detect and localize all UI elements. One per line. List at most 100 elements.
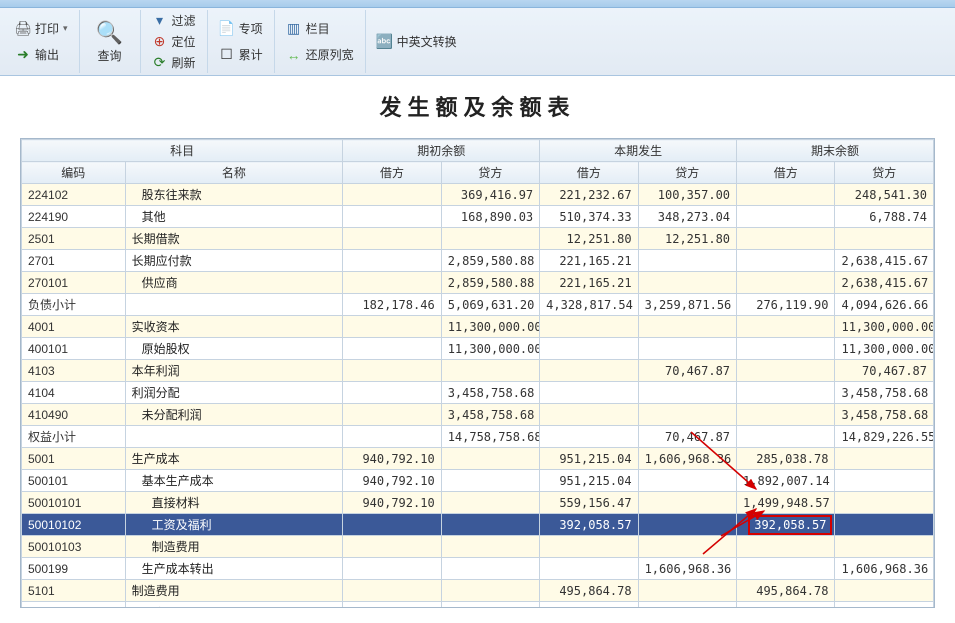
cell-amount[interactable]: 3,458,758.68 (441, 404, 539, 426)
table-row[interactable]: 500101 基本生产成本940,792.10951,215.041,892,0… (22, 470, 934, 492)
cell-name[interactable]: 供应商 (125, 272, 343, 294)
cell-amount[interactable]: 495,864.78 (540, 580, 638, 602)
cell-name[interactable]: 直接材料 (125, 492, 343, 514)
cell-amount[interactable] (638, 338, 736, 360)
table-row[interactable]: 5001生产成本940,792.10951,215.041,606,968.36… (22, 448, 934, 470)
language-button[interactable]: 🔤 中英文转换 (372, 29, 462, 55)
cell-amount[interactable] (638, 316, 736, 338)
print-button[interactable]: 🖨 打印 ▾ (10, 16, 73, 42)
cell-amount[interactable]: 369,416.97 (441, 184, 539, 206)
cell-amount[interactable] (835, 448, 934, 470)
cell-amount[interactable]: 495,864.78 (737, 580, 835, 602)
cell-amount[interactable] (343, 316, 441, 338)
cell-name[interactable]: 制造费用 (125, 580, 343, 602)
cell-amount[interactable]: 3,458,758.68 (835, 382, 934, 404)
cell-amount[interactable] (441, 558, 539, 580)
cell-name[interactable]: 未分配利润 (125, 404, 343, 426)
cell-amount[interactable]: 221,232.67 (540, 184, 638, 206)
cell-amount[interactable]: 6,788.74 (835, 206, 934, 228)
cell-amount[interactable]: 1,606,968.36 (638, 558, 736, 580)
table-row[interactable]: 224190 其他168,890.03510,374.33348,273.046… (22, 206, 934, 228)
cell-code[interactable]: 510101 (22, 602, 126, 609)
cell-amount[interactable] (737, 536, 835, 558)
cell-name[interactable] (125, 294, 343, 316)
cell-amount[interactable]: 70,467.87 (638, 426, 736, 448)
cell-amount[interactable]: 11,300,000.00 (835, 316, 934, 338)
table-row[interactable]: 2501长期借款12,251.8012,251.80 (22, 228, 934, 250)
cell-amount[interactable]: 5,069,631.20 (441, 294, 539, 316)
cell-amount[interactable]: 12,251.80 (638, 228, 736, 250)
cell-code[interactable]: 4001 (22, 316, 126, 338)
cell-code[interactable]: 4103 (22, 360, 126, 382)
cell-code[interactable]: 400101 (22, 338, 126, 360)
cell-amount[interactable] (638, 470, 736, 492)
cell-code[interactable]: 5001 (22, 448, 126, 470)
cell-code[interactable]: 5101 (22, 580, 126, 602)
cell-name[interactable]: 本年利润 (125, 360, 343, 382)
table-row[interactable]: 权益小计 14,758,758.68 70,467.87 14,829,226.55 (22, 426, 934, 448)
cell-code[interactable]: 4104 (22, 382, 126, 404)
cell-amount[interactable]: 11,300,000.00 (441, 316, 539, 338)
cell-amount[interactable] (343, 228, 441, 250)
cell-amount[interactable] (441, 448, 539, 470)
cell-code[interactable]: 权益小计 (22, 426, 126, 448)
cell-code[interactable]: 500101 (22, 470, 126, 492)
locate-button[interactable]: ⊕ 定位 (147, 31, 201, 52)
cell-code[interactable]: 270101 (22, 272, 126, 294)
col-name[interactable]: 名称 (125, 162, 343, 184)
cell-amount[interactable] (835, 228, 934, 250)
cell-amount[interactable] (737, 426, 835, 448)
cell-amount[interactable] (540, 426, 638, 448)
cell-amount[interactable] (737, 228, 835, 250)
cell-amount[interactable] (343, 272, 441, 294)
cell-amount[interactable]: 2,638,415.67 (835, 250, 934, 272)
cell-amount[interactable] (540, 360, 638, 382)
cell-amount[interactable] (835, 580, 934, 602)
cell-amount[interactable]: 14,829,226.55 (835, 426, 934, 448)
cell-amount[interactable] (441, 492, 539, 514)
cell-amount[interactable]: 248,541.30 (835, 184, 934, 206)
cell-amount[interactable]: 11,300,000.00 (441, 338, 539, 360)
reset-width-button[interactable]: ↔ 还原列宽 (281, 42, 359, 68)
cell-amount[interactable]: 153,455.79 (540, 602, 638, 609)
cell-amount[interactable] (737, 316, 835, 338)
cell-amount[interactable]: 276,119.90 (737, 294, 835, 316)
cell-amount[interactable]: 940,792.10 (343, 492, 441, 514)
cell-amount[interactable]: 70,467.87 (835, 360, 934, 382)
cell-amount[interactable]: 3,458,758.68 (835, 404, 934, 426)
cell-amount[interactable] (441, 470, 539, 492)
cell-code[interactable]: 410490 (22, 404, 126, 426)
cell-name[interactable]: 生产成本 (125, 448, 343, 470)
cell-amount[interactable] (343, 338, 441, 360)
accumulate-checkbox[interactable]: ☐ 累计 (214, 42, 268, 68)
cell-name[interactable]: 工资 (125, 602, 343, 609)
cell-amount[interactable]: 1,892,007.14 (737, 470, 835, 492)
cell-code[interactable]: 224102 (22, 184, 126, 206)
cell-amount[interactable]: 940,792.10 (343, 470, 441, 492)
cell-amount[interactable] (441, 580, 539, 602)
cell-code[interactable]: 2501 (22, 228, 126, 250)
cell-amount[interactable] (343, 536, 441, 558)
col-code[interactable]: 编码 (22, 162, 126, 184)
cell-amount[interactable]: 3,458,758.68 (441, 382, 539, 404)
cell-name[interactable]: 原始股权 (125, 338, 343, 360)
cell-amount[interactable]: 12,251.80 (540, 228, 638, 250)
col-end-debit[interactable]: 借方 (737, 162, 835, 184)
cell-amount[interactable] (737, 250, 835, 272)
export-button[interactable]: ➜ 输出 (10, 42, 73, 68)
cell-amount[interactable]: 3,259,871.56 (638, 294, 736, 316)
table-row[interactable]: 500199 生产成本转出1,606,968.361,606,968.36 (22, 558, 934, 580)
cell-amount[interactable] (737, 558, 835, 580)
cell-code[interactable]: 500199 (22, 558, 126, 580)
cell-amount[interactable]: 11,300,000.00 (835, 338, 934, 360)
cell-amount[interactable] (737, 272, 835, 294)
cell-amount[interactable] (835, 470, 934, 492)
cell-amount[interactable]: 1,499,948.57 (737, 492, 835, 514)
table-row[interactable]: 50010103 制造费用 (22, 536, 934, 558)
col-current-credit[interactable]: 贷方 (638, 162, 736, 184)
cell-amount[interactable]: 221,165.21 (540, 250, 638, 272)
cell-amount[interactable] (638, 602, 736, 609)
cell-amount[interactable] (343, 206, 441, 228)
cell-amount[interactable]: 14,758,758.68 (441, 426, 539, 448)
cell-amount[interactable]: 951,215.04 (540, 448, 638, 470)
